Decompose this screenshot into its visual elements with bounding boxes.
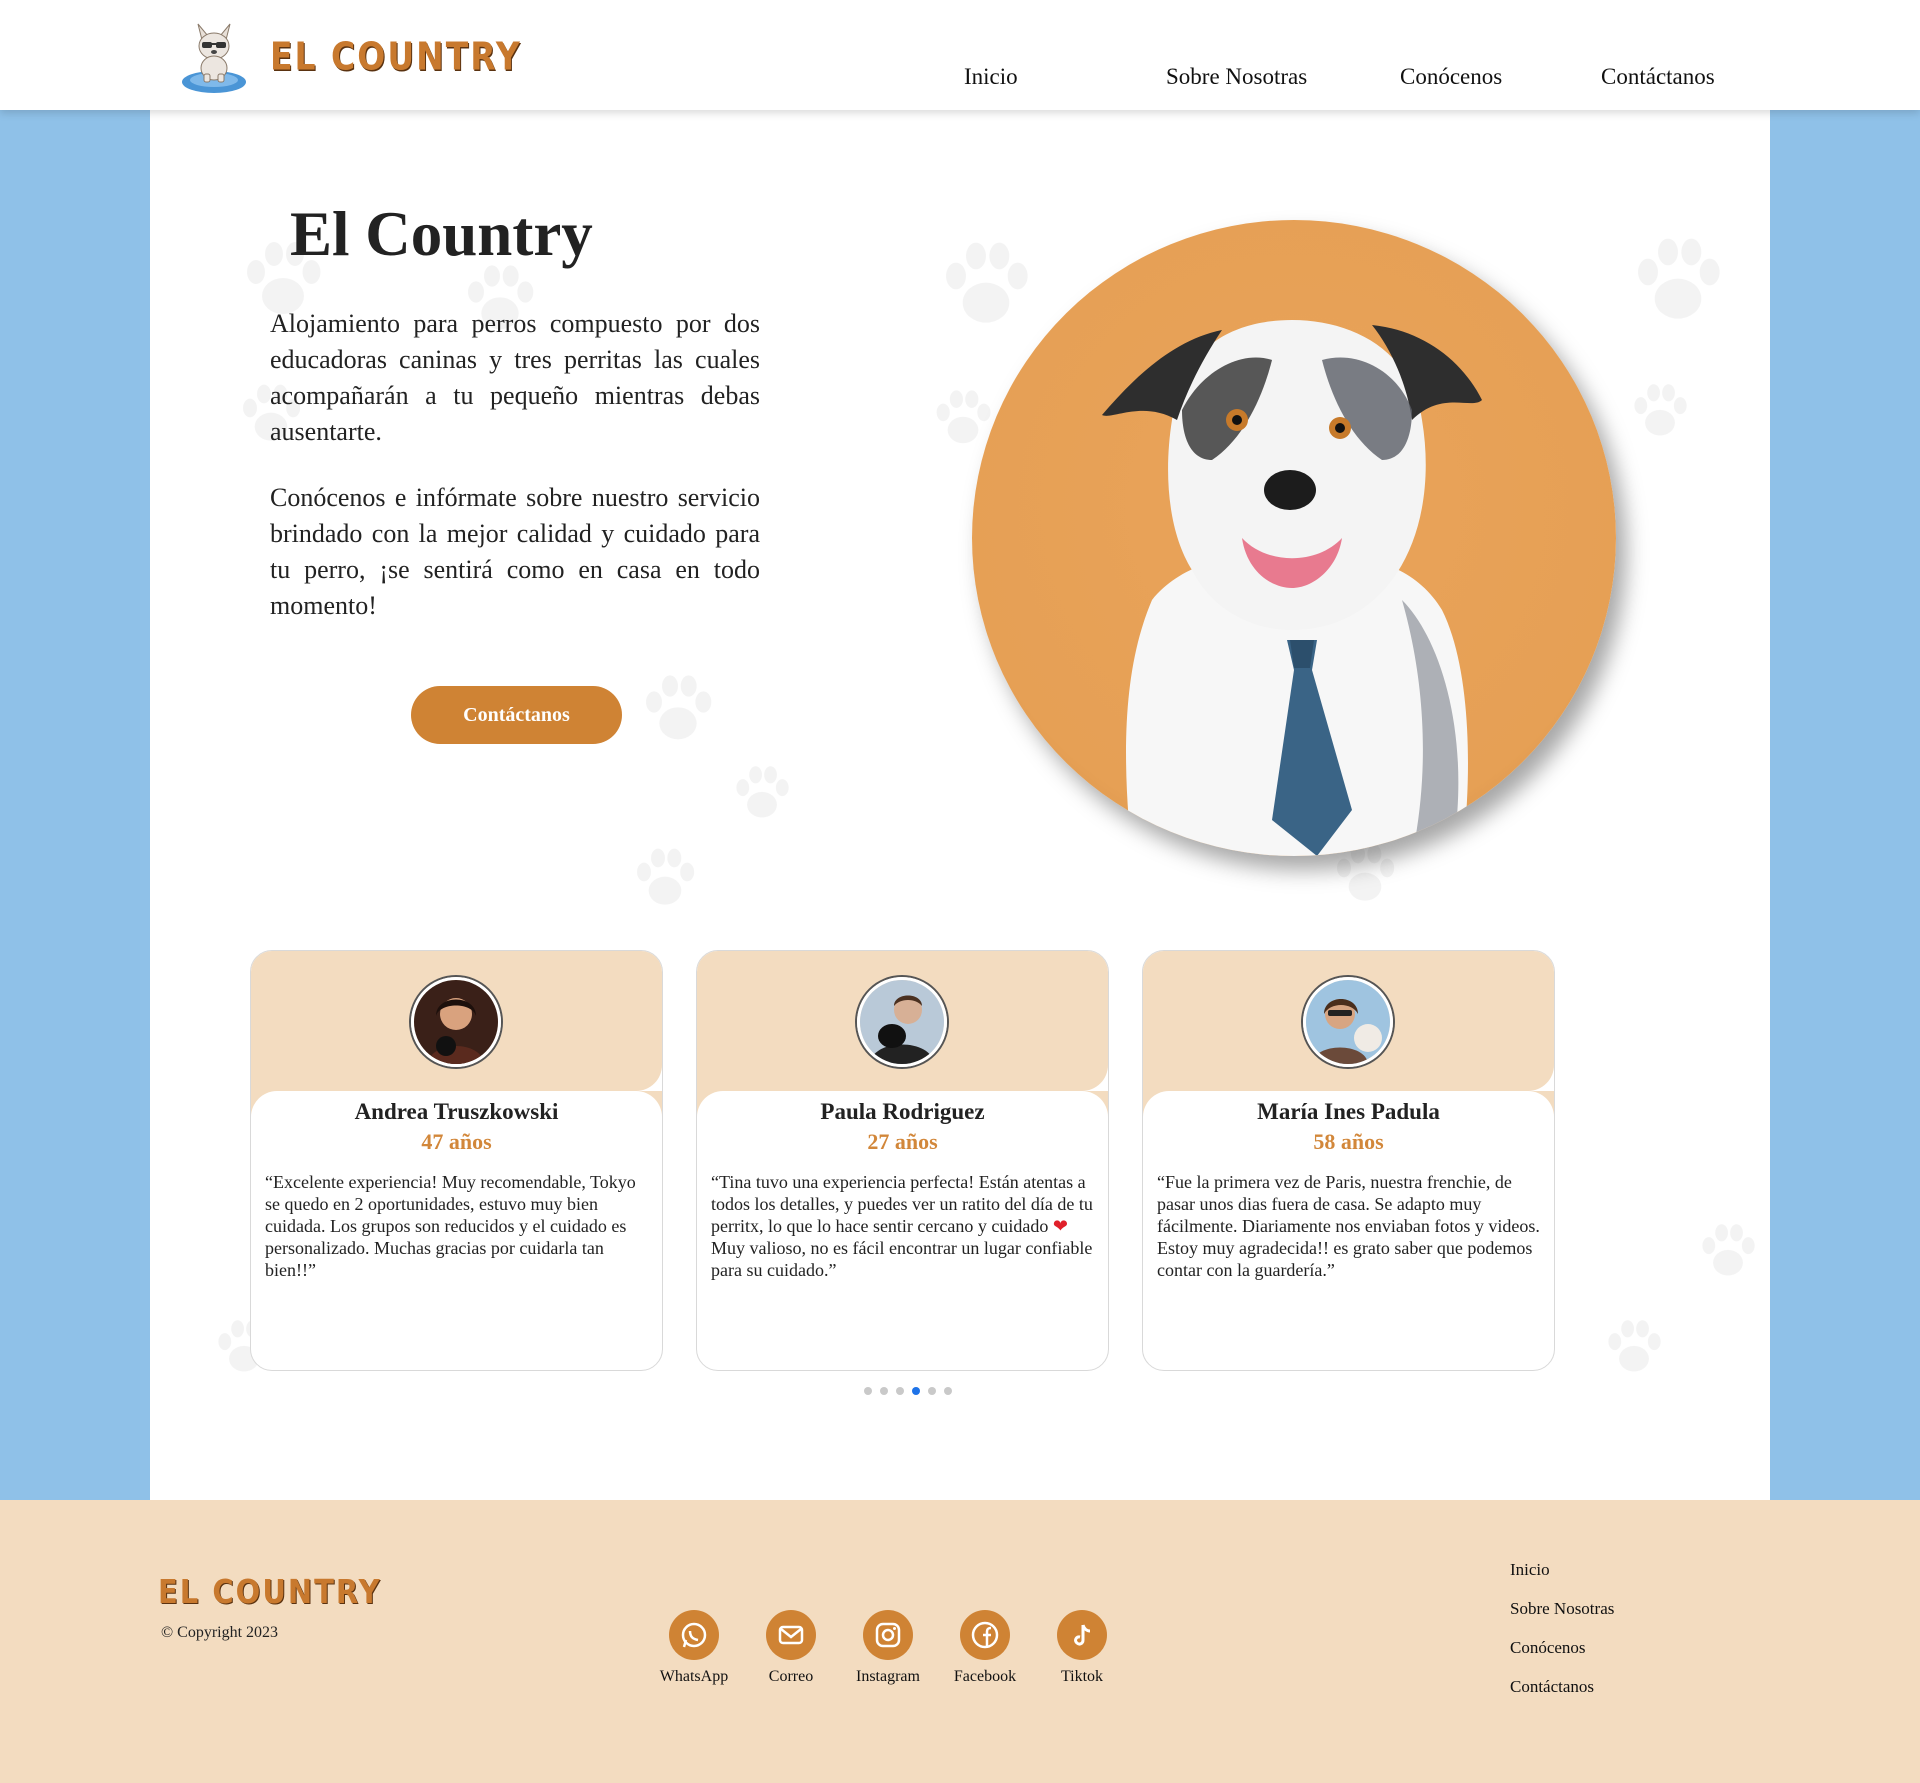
paw-print-icon bbox=[946, 242, 1028, 323]
nav-item-inicio[interactable]: Inicio bbox=[964, 64, 1018, 90]
testimonial-text-part: Muy valioso, no es fácil encontrar un lu… bbox=[711, 1238, 1093, 1280]
social-whatsapp[interactable]: WhatsApp bbox=[639, 1610, 749, 1686]
contact-cta-button[interactable]: Contáctanos bbox=[411, 686, 622, 744]
testimonial-name: María Ines Padula bbox=[1257, 1099, 1440, 1124]
mail-icon bbox=[766, 1610, 816, 1660]
social-tiktok[interactable]: Tiktok bbox=[1027, 1610, 1137, 1686]
social-label: WhatsApp bbox=[659, 1668, 729, 1685]
avatar bbox=[857, 977, 947, 1067]
paw-print-icon bbox=[1608, 1320, 1661, 1372]
testimonial-age: 27 años bbox=[867, 1129, 938, 1154]
avatar bbox=[411, 977, 501, 1067]
facebook-icon bbox=[960, 1610, 1010, 1660]
nav-item-conocenos[interactable]: Conócenos bbox=[1400, 64, 1502, 90]
testimonial-name: Paula Rodriguez bbox=[820, 1099, 985, 1124]
site-footer: EL COUNTRY © Copyright 2023 WhatsApp Cor… bbox=[0, 1500, 1920, 1783]
carousel-dot[interactable] bbox=[928, 1387, 936, 1395]
carousel-dot-active[interactable] bbox=[912, 1387, 920, 1395]
social-label: Facebook bbox=[953, 1668, 1017, 1685]
testimonial-name: Andrea Truszkowski bbox=[354, 1099, 559, 1124]
testimonial-text: “Excelente experiencia! Muy recomendable… bbox=[265, 1172, 636, 1280]
copyright-text: © Copyright 2023 bbox=[161, 1624, 279, 1641]
tiktok-icon bbox=[1057, 1610, 1107, 1660]
nav-item-contactanos[interactable]: Contáctanos bbox=[1601, 64, 1715, 90]
carousel-dot[interactable] bbox=[864, 1387, 872, 1395]
hero-dog-image bbox=[972, 220, 1616, 856]
footer-link-sobre-nosotras[interactable]: Sobre Nosotras bbox=[1510, 1599, 1614, 1619]
carousel-dot[interactable] bbox=[944, 1387, 952, 1395]
footer-logo[interactable]: EL COUNTRY bbox=[158, 1572, 382, 1611]
logo-text: EL COUNTRY bbox=[270, 33, 522, 79]
instagram-icon bbox=[863, 1610, 913, 1660]
footer-link-conocenos[interactable]: Conócenos bbox=[1510, 1638, 1614, 1658]
nav-item-sobre-nosotras[interactable]: Sobre Nosotras bbox=[1166, 64, 1307, 90]
footer-link-contactanos[interactable]: Contáctanos bbox=[1510, 1677, 1614, 1697]
hero-paragraph-intro: Alojamiento para perros compuesto por do… bbox=[270, 309, 760, 446]
site-header: EL COUNTRY Inicio Sobre Nosotras Conócen… bbox=[0, 0, 1920, 110]
paw-print-icon bbox=[646, 675, 712, 740]
social-correo[interactable]: Correo bbox=[736, 1610, 846, 1686]
footer-link-inicio[interactable]: Inicio bbox=[1510, 1560, 1614, 1580]
paw-print-icon bbox=[736, 766, 789, 818]
social-label: Tiktok bbox=[1060, 1668, 1104, 1685]
carousel-dots bbox=[864, 1387, 952, 1395]
hero-title: El Country bbox=[290, 199, 593, 269]
main-content: El Country Alojamiento para perros compu… bbox=[150, 110, 1770, 1500]
social-label: Instagram bbox=[856, 1668, 920, 1685]
testimonial-text: “Tina tuvo una experiencia perfecta! Est… bbox=[711, 1171, 1099, 1281]
testimonial-age: 47 años bbox=[421, 1129, 492, 1154]
testimonial-text-part: “Tina tuvo una experiencia perfecta! Est… bbox=[711, 1172, 1093, 1236]
testimonial-text: “Fue la primera vez de Paris, nuestra fr… bbox=[1157, 1172, 1540, 1280]
testimonial-card: Paula Rodriguez 27 años “Tina tuvo una e… bbox=[696, 950, 1109, 1371]
hero-paragraph-invite: Conócenos e infórmate sobre nuestro serv… bbox=[270, 483, 760, 620]
whatsapp-icon bbox=[669, 1610, 719, 1660]
carousel-dot[interactable] bbox=[880, 1387, 888, 1395]
avatar bbox=[1303, 977, 1393, 1067]
social-facebook[interactable]: Facebook bbox=[930, 1610, 1040, 1686]
social-label: Correo bbox=[768, 1668, 814, 1685]
paw-print-icon bbox=[1702, 1224, 1755, 1276]
logo[interactable]: EL COUNTRY bbox=[180, 18, 522, 94]
testimonial-age: 58 años bbox=[1313, 1129, 1384, 1154]
testimonial-card: María Ines Padula 58 años “Fue la primer… bbox=[1142, 950, 1555, 1371]
paw-print-icon bbox=[1634, 384, 1687, 436]
paw-print-icon bbox=[637, 848, 695, 905]
heart-icon: ❤ bbox=[1052, 1216, 1068, 1236]
paw-print-icon bbox=[1638, 238, 1720, 319]
dog-mascot-icon bbox=[180, 18, 248, 94]
social-instagram[interactable]: Instagram bbox=[833, 1610, 943, 1686]
footer-nav: Inicio Sobre Nosotras Conócenos Contácta… bbox=[1510, 1560, 1614, 1716]
carousel-dot[interactable] bbox=[896, 1387, 904, 1395]
testimonial-card: Andrea Truszkowski 47 años “Excelente ex… bbox=[250, 950, 663, 1371]
